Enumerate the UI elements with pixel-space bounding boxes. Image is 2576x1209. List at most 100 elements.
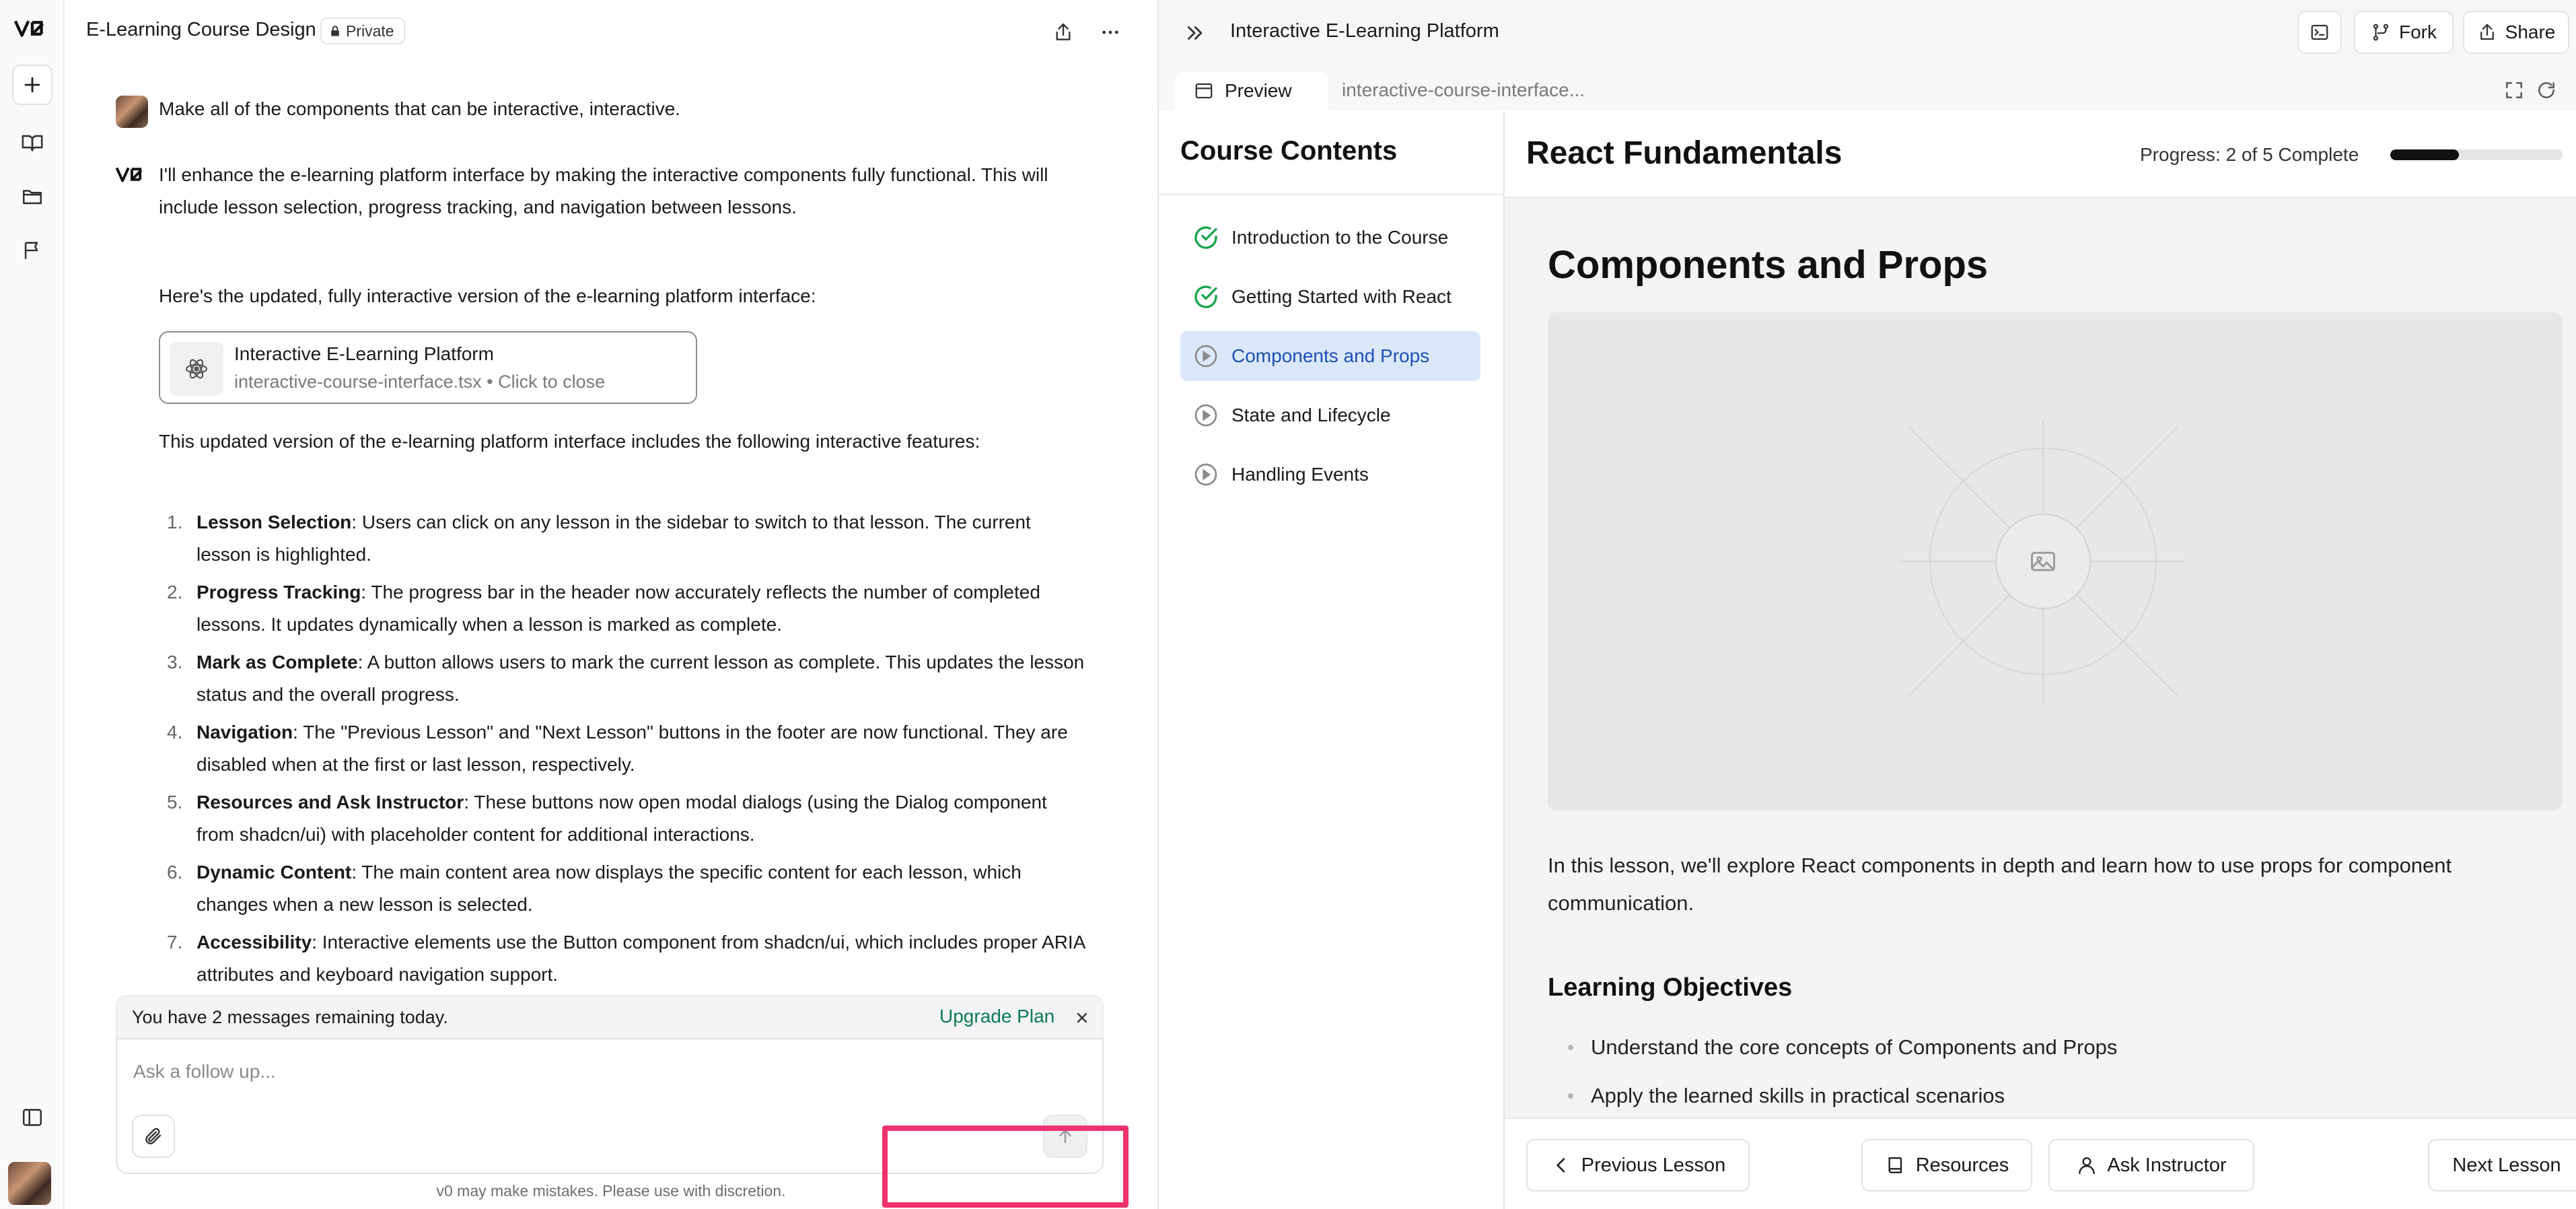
- lesson-intro: In this lesson, we'll explore React comp…: [1548, 854, 2452, 915]
- objectives-list: Understand the core concepts of Componen…: [1548, 1023, 2117, 1120]
- share-icon[interactable]: [1048, 18, 1078, 47]
- chevrons-right-icon[interactable]: [1183, 22, 1206, 44]
- lock-icon: [328, 24, 342, 38]
- list-item: 4. Navigation: The "Previous Lesson" and …: [167, 722, 1068, 775]
- lesson-title: Getting Started with React: [1231, 286, 1452, 307]
- attach-button[interactable]: [132, 1115, 175, 1158]
- plus-icon[interactable]: [12, 65, 52, 105]
- lesson-title: State and Lifecycle: [1231, 405, 1391, 425]
- limit-text: You have 2 messages remaining today.: [132, 1007, 448, 1027]
- check-circle-icon: [1192, 224, 1219, 251]
- share-label: Share: [2505, 22, 2556, 42]
- artifact-title: Interactive E-Learning Platform: [234, 343, 494, 364]
- tab-preview-label: Preview: [1225, 80, 1292, 101]
- sidebar-item-lesson[interactable]: Introduction to the Course: [1180, 213, 1480, 263]
- fork-label: Fork: [2399, 22, 2437, 42]
- ask-instructor-button[interactable]: Ask Instructor: [2048, 1139, 2254, 1191]
- chat-title[interactable]: E-Learning Course Design: [86, 19, 316, 41]
- list-item: 6. Dynamic Content: The main content area…: [167, 862, 1022, 915]
- lesson-main: React Fundamentals Progress: 2 of 5 Comp…: [1505, 110, 2576, 1209]
- lesson-heading: Components and Props: [1548, 243, 1989, 287]
- course-title: React Fundamentals: [1526, 135, 1842, 171]
- resources-label: Resources: [1915, 1154, 2009, 1176]
- user-icon: [2076, 1154, 2098, 1176]
- disclaimer: v0 may make mistakes. Please use with di…: [436, 1182, 786, 1200]
- more-horizontal-icon[interactable]: [1096, 18, 1125, 47]
- play-circle-icon: [1192, 461, 1219, 488]
- flag-icon[interactable]: [12, 230, 52, 271]
- resources-button[interactable]: Resources: [1861, 1139, 2032, 1191]
- tab-code-file[interactable]: interactive-course-interface...: [1342, 79, 1585, 101]
- browser-window-icon: [1194, 81, 1214, 101]
- message-list[interactable]: Make all of the components that can be i…: [65, 81, 1157, 990]
- course-app: Course Contents Introduction to the Cour…: [1159, 110, 2576, 1209]
- tab-preview[interactable]: Preview: [1175, 71, 1328, 110]
- share-button[interactable]: Share: [2463, 11, 2569, 54]
- next-lesson-button[interactable]: Next Lesson: [2428, 1139, 2576, 1191]
- private-label: Private: [346, 22, 394, 40]
- progress-label: Progress: 2 of 5 Complete: [2140, 144, 2359, 165]
- list-item: 5. Resources and Ask Instructor: These bu…: [167, 792, 1047, 845]
- list-item: 3. Mark as Complete: A button allows user…: [167, 652, 1085, 705]
- progress-bar-fill: [2390, 149, 2460, 160]
- terminal-icon: [2310, 22, 2330, 42]
- image-icon: [2028, 547, 2058, 576]
- paperclip-icon: [143, 1126, 164, 1146]
- composer: [116, 1038, 1104, 1174]
- sidebar-item-lesson[interactable]: State and Lifecycle: [1180, 390, 1480, 440]
- preview-header: Interactive E-Learning Platform Fork Sha…: [1159, 0, 2576, 65]
- artifact-card[interactable]: Interactive E-Learning Platform interact…: [159, 331, 697, 404]
- play-circle-icon: [1192, 343, 1219, 370]
- follow-up-input[interactable]: [132, 1051, 1074, 1092]
- preview-title: Interactive E-Learning Platform: [1230, 20, 1499, 42]
- objectives-title: Learning Objectives: [1548, 973, 1793, 1002]
- feature-list: 1. Lesson Selection: Users can click on a…: [159, 506, 1087, 990]
- lesson-title: Handling Events: [1231, 464, 1369, 485]
- share-icon: [2477, 22, 2497, 42]
- git-fork-icon: [2371, 22, 2391, 42]
- v0-logo-icon[interactable]: [12, 11, 52, 46]
- private-badge[interactable]: Private: [320, 18, 405, 44]
- terminal-button[interactable]: [2297, 11, 2342, 54]
- progress-bar: [2390, 149, 2563, 160]
- upgrade-plan-link[interactable]: Upgrade Plan: [939, 1006, 1054, 1027]
- artifact-subtitle: interactive-course-interface.tsx • Click…: [234, 372, 606, 392]
- list-item: Understand the core concepts of Componen…: [1548, 1023, 2117, 1072]
- fork-button[interactable]: Fork: [2354, 11, 2454, 54]
- react-atom-icon: [170, 342, 223, 396]
- close-icon[interactable]: [1074, 1010, 1090, 1026]
- lesson-image-placeholder: [1548, 312, 2563, 810]
- play-circle-icon: [1192, 402, 1219, 429]
- refresh-icon[interactable]: [2536, 79, 2557, 101]
- list-item: 7. Accessibility: Interactive elements us…: [167, 932, 1085, 985]
- features-intro: This updated version of the e-learning p…: [159, 431, 980, 452]
- previous-lesson-label: Previous Lesson: [1581, 1154, 1726, 1176]
- ask-instructor-label: Ask Instructor: [2107, 1154, 2227, 1176]
- user-message: Make all of the components that can be i…: [159, 98, 681, 119]
- send-button[interactable]: [1043, 1115, 1087, 1158]
- preview-tabs: Preview interactive-course-interface...: [1159, 71, 2576, 110]
- sidebar-item-lesson[interactable]: Getting Started with React: [1180, 272, 1480, 322]
- preview-panel: Interactive E-Learning Platform Fork Sha…: [1157, 0, 2576, 1209]
- avatar[interactable]: [8, 1162, 51, 1205]
- sidebar-item-lesson-active[interactable]: Components and Props: [1180, 331, 1480, 381]
- course-sidebar: Course Contents Introduction to the Cour…: [1159, 110, 1505, 1209]
- sidebar-icon[interactable]: [12, 1097, 52, 1138]
- list-item: Apply the learned skills in practical sc…: [1548, 1072, 2117, 1120]
- assistant-lead: Here's the updated, fully interactive ve…: [159, 285, 816, 306]
- folder-icon[interactable]: [12, 176, 52, 217]
- lesson-header: React Fundamentals Progress: 2 of 5 Comp…: [1505, 110, 2576, 198]
- user-avatar: [116, 96, 148, 128]
- chat-panel: E-Learning Course Design Private Make al…: [65, 0, 1157, 1209]
- sidebar-item-lesson[interactable]: Handling Events: [1180, 450, 1480, 499]
- check-circle-icon: [1192, 283, 1219, 310]
- chat-header: E-Learning Course Design Private: [65, 0, 1157, 62]
- list-item: 2. Progress Tracking: The progress bar in…: [167, 582, 1040, 635]
- previous-lesson-button[interactable]: Previous Lesson: [1526, 1139, 1750, 1191]
- arrow-up-icon: [1055, 1126, 1075, 1146]
- chevron-right-icon: [2571, 1154, 2576, 1176]
- book-open-icon[interactable]: [12, 123, 52, 163]
- app-rail: [0, 0, 65, 1209]
- lesson-title: Components and Props: [1231, 345, 1430, 366]
- expand-icon[interactable]: [2503, 79, 2525, 101]
